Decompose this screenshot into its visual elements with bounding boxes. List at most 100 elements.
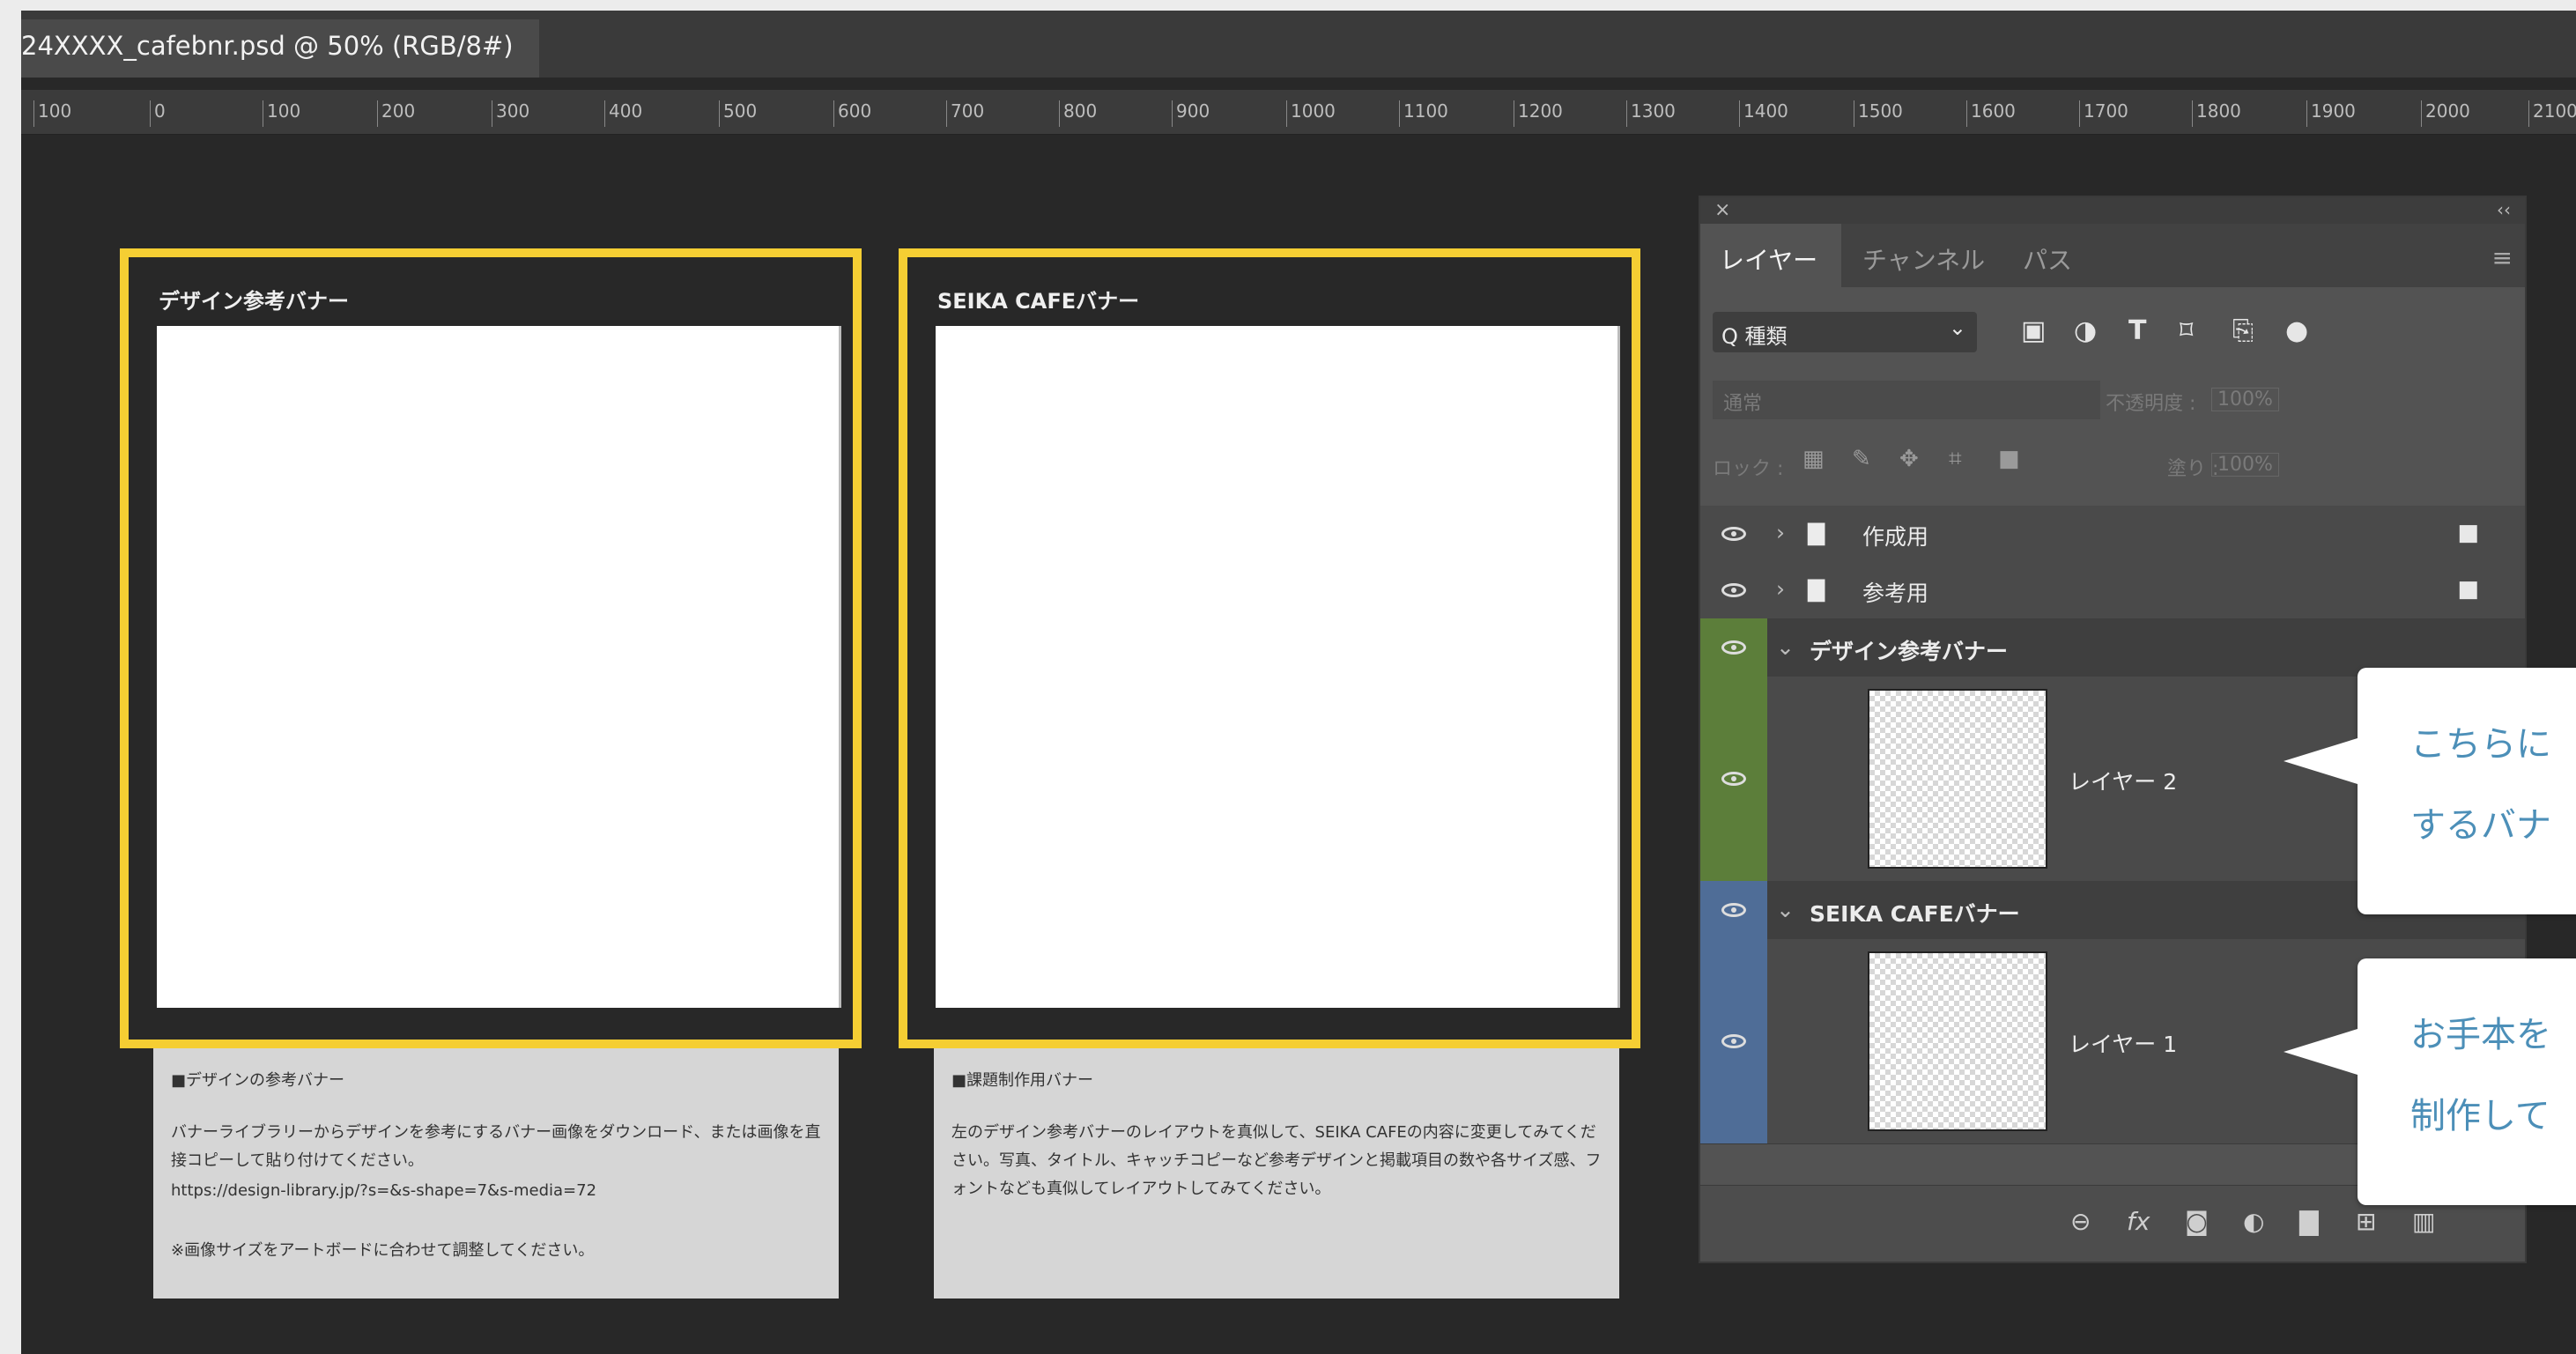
ruler-tick: 600 (833, 100, 871, 127)
tab-layers[interactable]: レイヤー (1720, 241, 1817, 277)
layer-name: レイヤー 1 (2069, 1032, 2178, 1057)
ruler-tick: 800 (1059, 100, 1097, 127)
instruction-note: ■課題制作用バナー 左のデザイン参考バナーのレイアウトを真似して、SEIKA C… (934, 1048, 1619, 1299)
layer-thumbnail (1868, 689, 2047, 869)
callout-arrow (2284, 738, 2358, 784)
chevron-down-icon: ⌄ (1948, 315, 1966, 340)
horizontal-ruler[interactable]: 100 0 100 200 300 400 500 600 700 800 90… (21, 90, 2576, 135)
callout-text: こちらに (2410, 724, 2551, 765)
instruction-note: ■デザインの参考バナー バナーライブラリーからデザインを参考にするバナー画像をダ… (153, 1048, 839, 1299)
ruler-tick: 1800 (2192, 100, 2241, 127)
panel-tabs: レイヤー チャンネル パス ≡ (1700, 224, 2525, 287)
ruler-tick: 1200 (1514, 100, 1563, 127)
panel-menu-icon[interactable]: ≡ (2492, 243, 2513, 272)
layer-row-group[interactable]: › ▇ 参考用 ■ (1700, 562, 2525, 619)
lock-all-icon[interactable]: ■ (1998, 446, 2020, 472)
filter-label: Q 種類 (1721, 324, 1788, 349)
layer-name: SEIKA CAFEバナー (1810, 901, 2020, 927)
artboard-canvas[interactable] (157, 326, 841, 1008)
artboard-title: デザイン参考バナー (159, 289, 349, 314)
new-layer-icon[interactable]: ⊞ (2356, 1207, 2376, 1236)
visibility-eye-icon[interactable] (1700, 618, 1767, 677)
collapse-icon[interactable]: ‹‹ (2497, 199, 2511, 220)
ruler-tick: 1400 (1739, 100, 1788, 127)
ruler-tick: 100 (33, 100, 71, 127)
blend-mode-select[interactable]: 通常 (1713, 381, 2100, 419)
ruler-tick: 0 (150, 100, 166, 127)
visibility-eye-icon[interactable] (1700, 677, 1767, 881)
visibility-eye-icon[interactable] (1700, 939, 1767, 1143)
lock-label: ロック : (1713, 458, 1784, 480)
ruler-tick: 2100 (2528, 100, 2576, 127)
layer-row-group[interactable]: › ▇ 作成用 ■ (1700, 506, 2525, 563)
ruler-tick: 500 (719, 100, 757, 127)
callout-text: するバナ (2410, 805, 2551, 846)
fill-input[interactable]: 100% (2211, 453, 2279, 477)
ruler-tick: 1700 (2079, 100, 2128, 127)
lock-brush-icon[interactable]: ✎ (1852, 446, 1871, 472)
tab-bar: 24XXXX_cafebnr.psd @ 50% (RGB/8#) (21, 11, 2576, 78)
artboard-canvas[interactable] (936, 326, 1620, 1008)
visibility-eye-icon[interactable] (1700, 506, 1767, 562)
layer-name: レイヤー 2 (2069, 769, 2178, 795)
ruler-tick: 700 (946, 100, 984, 127)
ruler-tick: 100 (263, 100, 300, 127)
callout-bubble: お手本を 制作して (2284, 958, 2576, 1205)
layer-filter-select[interactable]: Q 種類 ⌄ (1713, 312, 1977, 352)
lock-transparent-icon[interactable]: ▦ (1802, 446, 1825, 472)
opacity-input[interactable]: 100% (2211, 388, 2279, 411)
ruler-tick: 2000 (2421, 100, 2470, 127)
ruler-tick: 1500 (1854, 100, 1903, 127)
opacity-label: 不透明度 : (2106, 393, 2196, 415)
lock-icon: ■ (2457, 576, 2479, 603)
panel-header: × ‹‹ (1700, 197, 2525, 224)
layer-thumbnail (1868, 951, 2047, 1131)
document-tab[interactable]: 24XXXX_cafebnr.psd @ 50% (RGB/8#) (21, 19, 539, 78)
filter-toggle-icon[interactable]: ● (2285, 315, 2308, 346)
callout-text: 制作して (2410, 1096, 2550, 1136)
mask-icon[interactable]: ◙ (2185, 1207, 2209, 1236)
note-url: https://design-library.jp/?s=&s-shape=7&… (171, 1181, 597, 1200)
link-icon[interactable]: ⊖ (2070, 1207, 2091, 1236)
note-body: 左のデザイン参考バナーのレイアウトを真似して、SEIKA CAFEの内容に変更し… (951, 1123, 1602, 1198)
trash-icon[interactable]: ▥ (2412, 1207, 2435, 1236)
collapse-chevron-icon[interactable]: ⌄ (1776, 634, 1795, 660)
ruler-tick: 900 (1172, 100, 1210, 127)
note-footer: ※画像サイズをアートボードに合わせて調整してください。 (171, 1241, 595, 1260)
lock-position-icon[interactable]: ✥ (1899, 446, 1919, 472)
visibility-eye-icon[interactable] (1700, 881, 1767, 939)
ruler-tick: 1600 (1966, 100, 2016, 127)
callout-arrow (2284, 1029, 2358, 1075)
note-body: バナーライブラリーからデザインを参考にするバナー画像をダウンロード、または画像を… (171, 1123, 821, 1170)
artboard-seika-cafe[interactable]: SEIKA CAFEバナー (899, 248, 1640, 1048)
artboard-design-reference[interactable]: デザイン参考バナー (120, 248, 862, 1048)
tab-paths[interactable]: パス (2023, 241, 2072, 277)
lock-icon: ■ (2457, 520, 2479, 546)
ruler-tick: 1100 (1399, 100, 1448, 127)
folder-icon: ▇ (1808, 576, 1825, 602)
close-icon[interactable]: × (1714, 199, 1730, 221)
layer-name: 参考用 (1862, 581, 1929, 606)
type-filter-icon[interactable]: T (2128, 315, 2146, 346)
visibility-eye-icon[interactable] (1700, 562, 1767, 618)
expand-chevron-icon[interactable]: › (1776, 520, 1785, 545)
folder-icon[interactable]: ▇ (2299, 1207, 2319, 1236)
lock-artboard-icon[interactable]: ⌗ (1949, 446, 1962, 473)
adjustment-filter-icon[interactable]: ◑ (2074, 315, 2097, 346)
layer-name: デザイン参考バナー (1810, 639, 2009, 664)
blend-mode-value: 通常 (1723, 393, 1763, 415)
callout-text: お手本を (2410, 1015, 2551, 1055)
callout-bubble: こちらに するバナ (2284, 668, 2576, 914)
fx-icon[interactable]: fx (2127, 1207, 2150, 1236)
layer-name: 作成用 (1862, 524, 1929, 550)
adjustment-icon[interactable]: ◐ (2243, 1207, 2264, 1236)
smart-object-filter-icon[interactable]: ⎘ (2232, 315, 2254, 346)
ruler-tick: 200 (377, 100, 415, 127)
tab-channels[interactable]: チャンネル (1862, 241, 1985, 277)
folder-icon: ▇ (1808, 520, 1825, 545)
shape-filter-icon[interactable]: ⌑ (2180, 315, 2193, 346)
image-filter-icon[interactable]: ▣ (2021, 315, 2046, 346)
expand-chevron-icon[interactable]: › (1776, 576, 1785, 602)
ruler-tick: 300 (492, 100, 529, 127)
collapse-chevron-icon[interactable]: ⌄ (1776, 897, 1795, 922)
